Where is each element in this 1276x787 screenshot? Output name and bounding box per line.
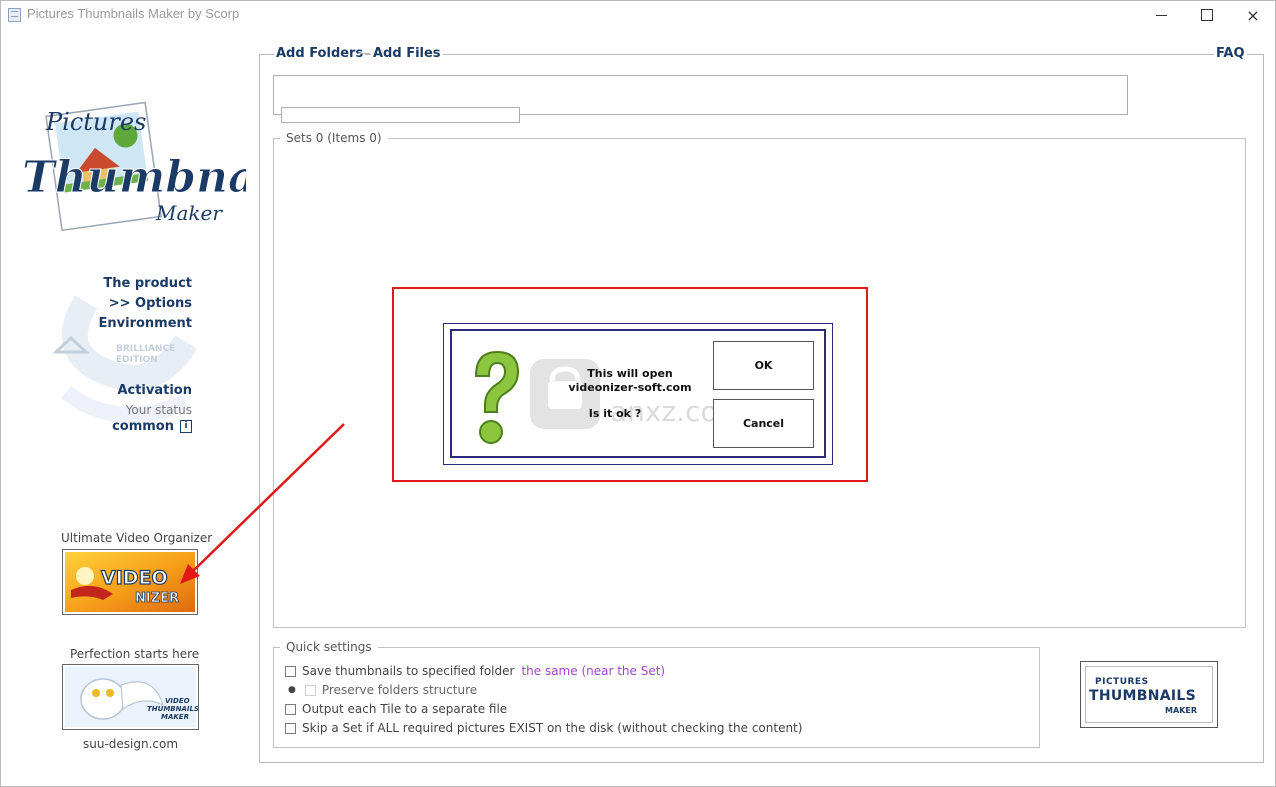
- title-bar: Pictures Thumbnails Maker by Scorp ×: [1, 1, 1275, 29]
- toolbar-separator: [358, 53, 370, 54]
- vtm-banner-art: VIDEO THUMBNAILS MAKER: [65, 667, 199, 727]
- add-folders-link[interactable]: Add Folders: [274, 46, 366, 61]
- sets-count-label: Sets 0 (Items 0): [280, 131, 388, 145]
- preserve-structure-row: ● Preserve folders structure: [285, 683, 477, 697]
- vtm-word-video: VIDEO: [165, 697, 190, 705]
- save-thumbnails-row: Save thumbnails to specified folder the …: [285, 664, 665, 678]
- pictures-thumbnails-maker-logo: Pictures Thumbnails Maker: [22, 101, 246, 232]
- skip-set-row: Skip a Set if ALL required pictures EXIS…: [285, 721, 802, 735]
- promo-video-thumbnails-banner[interactable]: VIDEO THUMBNAILS MAKER: [62, 664, 199, 730]
- edition-label: BRILLIANCE EDITION: [116, 344, 175, 366]
- brand-badge-line1: PICTURES: [1095, 677, 1149, 687]
- status-value: common: [112, 419, 174, 434]
- progress-bar: [281, 107, 520, 123]
- app-icon: [8, 8, 21, 22]
- close-icon: ×: [1246, 5, 1260, 25]
- maximize-button[interactable]: [1184, 1, 1230, 29]
- brand-badge[interactable]: PICTURES THUMBNAILS MAKER: [1080, 661, 1218, 728]
- edition-line1: BRILLIANCE: [116, 344, 176, 354]
- output-tile-checkbox[interactable]: [285, 703, 296, 715]
- website-link[interactable]: suu-design.com: [83, 737, 178, 751]
- brand-badge-line2: THUMBNAILS: [1089, 688, 1197, 704]
- add-files-link[interactable]: Add Files: [371, 46, 443, 61]
- cancel-button[interactable]: Cancel: [713, 399, 814, 448]
- logo-text-thumbnails: Thumbnails: [22, 152, 246, 203]
- preserve-structure-checkbox[interactable]: [304, 684, 316, 696]
- skip-set-checkbox[interactable]: [285, 722, 296, 734]
- logo-text-maker: Maker: [155, 201, 223, 225]
- nav-product[interactable]: The product: [103, 276, 192, 291]
- videonizer-word-video: VIDEO: [101, 567, 168, 589]
- status-label: Your status: [125, 403, 192, 417]
- status-row: common i: [112, 419, 192, 434]
- save-folder-link[interactable]: the same (near the Set): [521, 664, 665, 678]
- dialog-message-line3: Is it ok ?: [588, 407, 642, 420]
- dialog-message-line1: This will open: [587, 367, 673, 380]
- vtm-word-maker: MAKER: [161, 713, 189, 721]
- faq-link[interactable]: FAQ: [1214, 46, 1247, 61]
- brand-badge-line3: MAKER: [1165, 706, 1197, 715]
- vtm-word-thumbnails: THUMBNAILS: [147, 705, 198, 713]
- videonizer-word-nizer: NIZER: [135, 591, 179, 606]
- skip-set-label: Skip a Set if ALL required pictures EXIS…: [302, 721, 803, 735]
- promo-videonizer-caption: Ultimate Video Organizer: [61, 531, 213, 545]
- nav-options[interactable]: >> Options: [109, 296, 192, 311]
- save-thumbnails-label: Save thumbnails to specified folder: [302, 664, 515, 678]
- info-icon[interactable]: i: [180, 420, 192, 433]
- window-title: Pictures Thumbnails Maker by Scorp: [27, 6, 240, 21]
- nav-activation[interactable]: Activation: [117, 383, 192, 398]
- promo-vtm-caption: Perfection starts here: [70, 647, 200, 661]
- preserve-structure-label: Preserve folders structure: [321, 683, 478, 697]
- bullet-icon: ●: [288, 685, 296, 695]
- edition-line2: EDITION: [116, 355, 158, 365]
- maximize-icon: [1201, 9, 1213, 21]
- output-tile-row: Output each Tile to a separate file: [285, 702, 507, 716]
- question-mark-icon: [474, 350, 520, 444]
- quick-settings-title: Quick settings: [280, 640, 378, 654]
- close-button[interactable]: ×: [1230, 1, 1276, 29]
- dialog-message-line2: videonizer-soft.com: [568, 381, 692, 394]
- logo-text-pictures: Pictures: [45, 108, 146, 136]
- save-thumbnails-checkbox[interactable]: [285, 665, 296, 677]
- nav-environment[interactable]: Environment: [99, 316, 193, 331]
- ok-button[interactable]: OK: [713, 341, 814, 390]
- minimize-icon: [1155, 14, 1167, 16]
- output-tile-label: Output each Tile to a separate file: [302, 702, 508, 716]
- videonizer-banner-art: VIDEO NIZER: [65, 552, 195, 612]
- promo-videonizer-banner[interactable]: VIDEO NIZER: [62, 549, 198, 615]
- minimize-button[interactable]: [1138, 1, 1184, 29]
